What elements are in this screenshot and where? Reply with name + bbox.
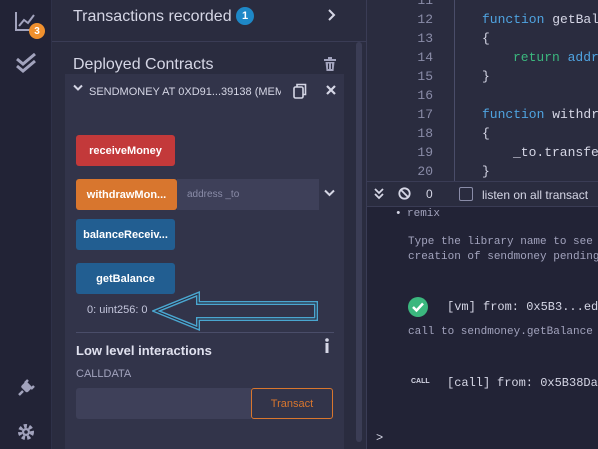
terminal-text: Type the library name to see <box>408 236 593 248</box>
code-text: withdra <box>552 107 598 122</box>
code-text: addre <box>567 50 598 65</box>
terminal-text: creation of sendmoney pending... <box>408 251 598 263</box>
code-line-20: } <box>482 164 490 179</box>
chevron-down-icon[interactable] <box>73 84 83 95</box>
transactions-recorded-label: Transactions recorded <box>73 8 232 25</box>
terminal-bullet: • <box>395 208 402 220</box>
transactions-count-badge: 1 <box>236 7 254 25</box>
code-line-13: { <box>482 31 490 46</box>
calldata-label: CALLDATA <box>76 368 132 380</box>
transact-button[interactable]: Transact <box>251 388 333 419</box>
icon-rail: 3 <box>0 0 52 449</box>
balance-received-button[interactable]: balanceReceiv... <box>76 219 175 250</box>
verify-check-icon[interactable] <box>13 50 39 76</box>
code-line-12: function getBal <box>482 12 598 27</box>
line-number: 20 <box>417 164 433 179</box>
chevron-right-icon[interactable] <box>328 8 336 24</box>
panel-scrollbar[interactable] <box>356 42 362 442</box>
line-number: 18 <box>417 126 433 141</box>
line-gutter: 11 12 13 14 15 16 17 18 19 20 <box>367 0 437 181</box>
line-number: 15 <box>417 69 433 84</box>
line-number: 16 <box>417 88 433 103</box>
tx-from[interactable]: from: 0x5B3...eddC <box>483 300 598 314</box>
pending-tx-count: 0 <box>426 187 433 201</box>
plugin-icon[interactable] <box>13 375 39 401</box>
tx-call-description: call to sendmoney.getBalance <box>408 326 593 338</box>
success-check-icon <box>408 297 428 320</box>
annotation-arrow-icon <box>150 290 322 335</box>
transactions-recorded-row[interactable]: Transactions recorded 1 <box>52 0 366 42</box>
withdraw-address-input[interactable]: address _to <box>177 179 319 210</box>
call-icon: CALL <box>411 378 430 385</box>
indent-guide <box>454 0 455 181</box>
keyword: function <box>482 107 545 122</box>
line-number: 11 <box>417 0 433 8</box>
line-number: 19 <box>417 145 433 160</box>
code-line-18: { <box>482 126 490 141</box>
listen-label: listen on all transact <box>482 188 589 202</box>
rail-notification-badge: 3 <box>29 23 45 39</box>
clear-console-icon[interactable] <box>398 187 411 203</box>
expand-chevron-icon[interactable] <box>324 186 335 200</box>
line-number: 17 <box>417 107 433 122</box>
code-line-17: function withdra <box>482 107 598 122</box>
close-icon[interactable] <box>326 82 336 99</box>
trash-icon[interactable] <box>324 57 336 74</box>
collapse-terminal-icon[interactable] <box>374 188 384 203</box>
terminal-remix-line: remix <box>407 208 441 220</box>
info-icon[interactable] <box>324 338 330 357</box>
code-line-14: return addre <box>513 50 598 65</box>
code-editor[interactable]: 11 12 13 14 15 16 17 18 19 20 function g… <box>366 0 598 181</box>
calldata-input[interactable] <box>76 388 251 419</box>
code-line-15: } <box>482 69 490 84</box>
line-number: 13 <box>417 31 433 46</box>
code-text: getBal <box>544 12 598 27</box>
terminal-toolbar: 0 listen on all transact <box>366 181 598 207</box>
settings-gear-icon[interactable] <box>13 419 39 445</box>
call-tag: [call] <box>447 376 491 390</box>
get-balance-result: 0: uint256: 0 <box>87 304 148 316</box>
listen-checkbox[interactable] <box>459 187 473 201</box>
contract-instance: SENDMONEY AT 0XD91...39138 (MEM receiveM… <box>65 74 344 449</box>
receive-money-button[interactable]: receiveMoney <box>76 135 175 166</box>
keyword: return <box>513 50 560 65</box>
tx-vm-tag: [vm] <box>447 300 476 314</box>
terminal-output: • remix Type the library name to see cre… <box>366 207 598 449</box>
low-level-interactions-title: Low level interactions <box>76 343 212 358</box>
line-number: 12 <box>417 12 433 27</box>
code-line-19: _to.transfe <box>513 145 598 160</box>
instance-title: SENDMONEY AT 0XD91...39138 (MEM <box>89 86 281 98</box>
withdraw-money-button[interactable]: withdrawMon... <box>76 179 177 210</box>
call-from[interactable]: from: 0x5B38Da6a <box>497 376 598 390</box>
deploy-run-panel: Transactions recorded 1 Deployed Contrac… <box>52 0 366 449</box>
copy-icon[interactable] <box>293 83 307 102</box>
deployed-contracts-label: Deployed Contracts <box>73 56 214 73</box>
line-number: 14 <box>417 50 433 65</box>
terminal-prompt[interactable]: > <box>376 431 383 445</box>
keyword: function <box>482 12 545 27</box>
